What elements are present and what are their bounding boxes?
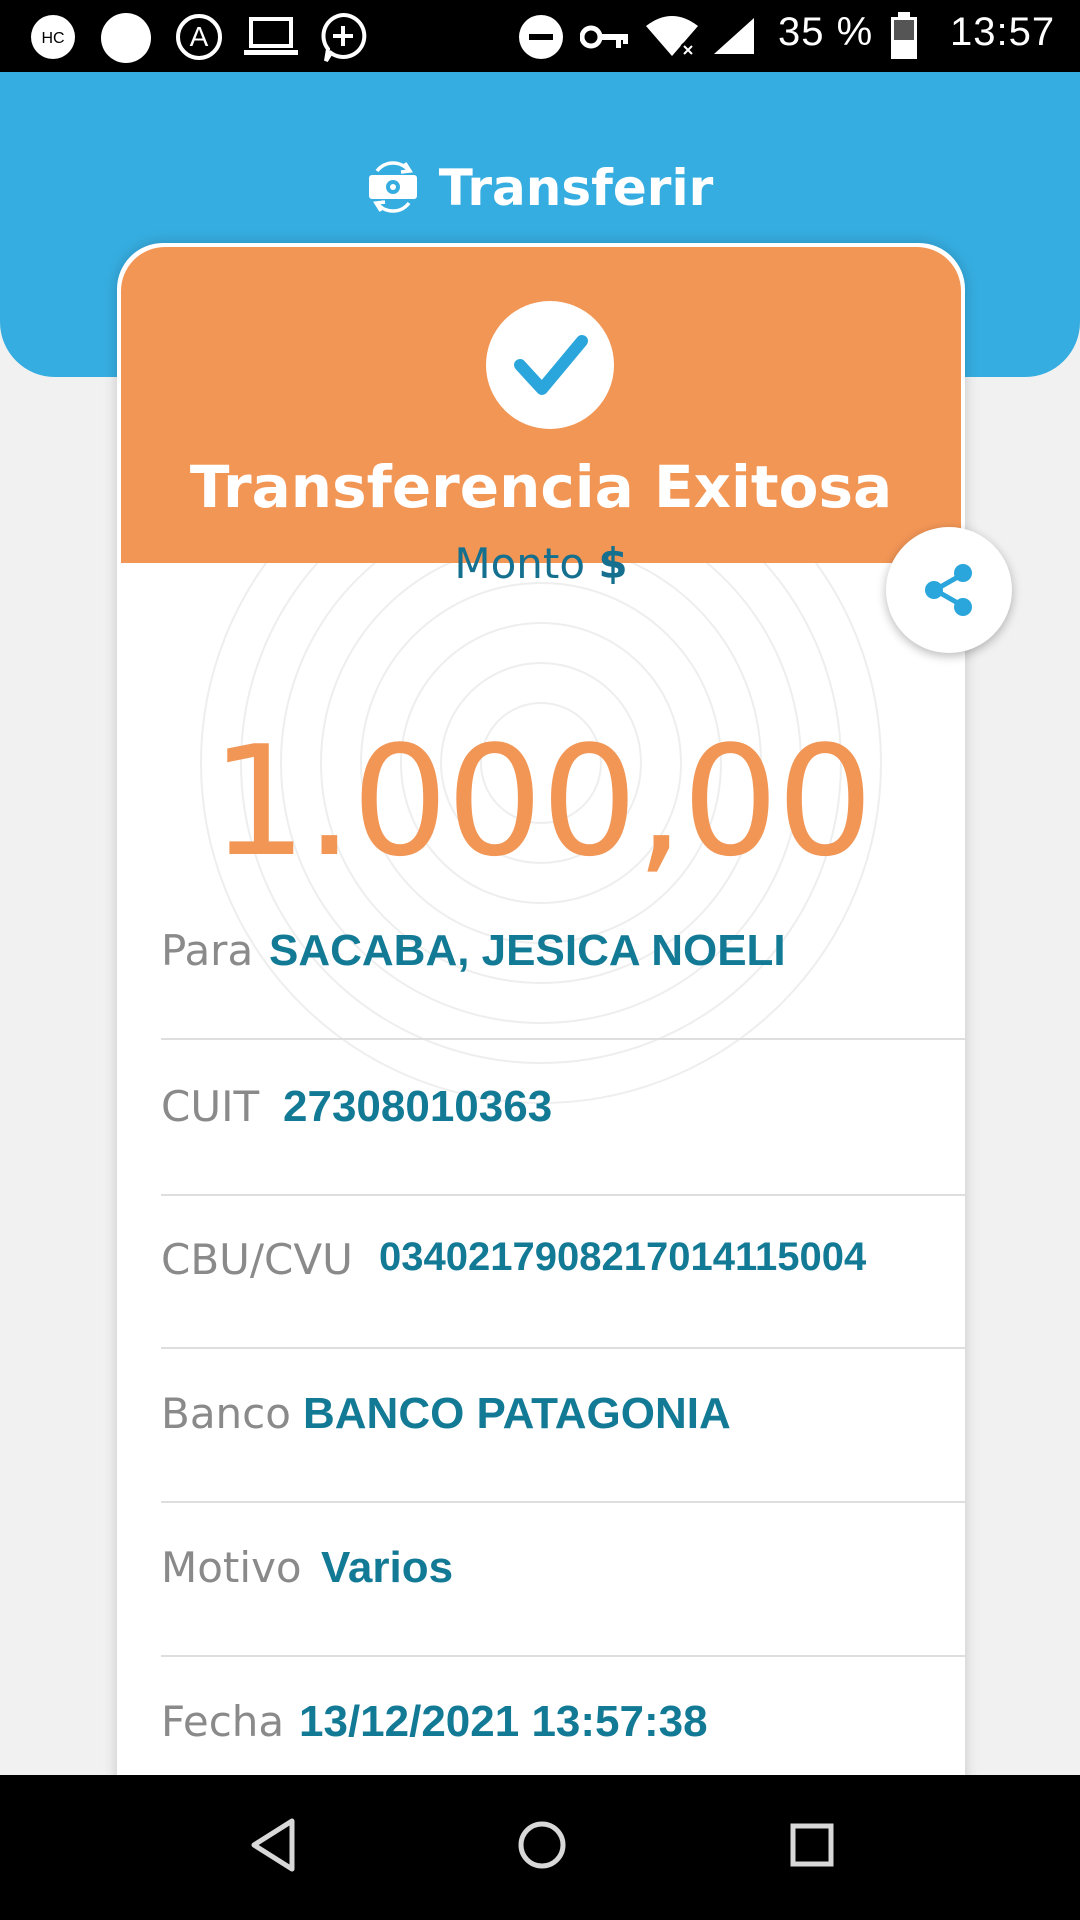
detail-value: 13/12/2021 13:57:38 xyxy=(299,1697,708,1746)
status-bar: HC A 35 % 13:57 xyxy=(0,0,1080,72)
home-icon[interactable] xyxy=(514,1815,570,1880)
vpn-key-icon xyxy=(579,22,628,57)
share-icon xyxy=(925,564,972,616)
success-banner: Transferencia Exitosa xyxy=(121,247,961,563)
currency-symbol: $ xyxy=(598,539,628,588)
laptop-icon xyxy=(244,16,298,63)
amount-label-text: Monto xyxy=(454,539,586,588)
clock: 13:57 xyxy=(950,10,1056,54)
detail-value: 0340217908217014115004 xyxy=(379,1235,867,1279)
amount-label: Monto $ xyxy=(117,539,965,588)
header-title: Transferir xyxy=(438,159,714,217)
svg-text:A: A xyxy=(190,21,209,52)
detail-label: CUIT xyxy=(161,1082,260,1131)
check-badge xyxy=(486,301,614,429)
header-title-row: Transferir xyxy=(0,148,1080,228)
detail-label: CBU/CVU xyxy=(161,1235,353,1284)
detail-label: Motivo xyxy=(161,1543,302,1592)
dot-icon xyxy=(100,12,152,69)
check-icon xyxy=(514,335,588,395)
svg-text:HC: HC xyxy=(41,30,64,47)
dnd-icon xyxy=(518,14,564,65)
detail-value: BANCO PATAGONIA xyxy=(303,1389,731,1438)
recents-icon[interactable] xyxy=(784,1815,840,1880)
auto-a-icon: A xyxy=(174,12,224,67)
detail-label: Fecha xyxy=(161,1697,285,1746)
transfer-success-screen: HC A 35 % 13:57 Transferir Transferencia… xyxy=(0,0,1080,1920)
plus-bubble-icon xyxy=(318,12,368,69)
wifi-icon xyxy=(644,14,700,63)
back-icon[interactable] xyxy=(244,1815,300,1880)
receipt-card: Transferencia Exitosa Monto $ 1.000,00 P… xyxy=(117,243,965,1920)
detail-row-para: Para SACABA, JESICA NOELI xyxy=(161,884,965,1040)
detail-row-motivo: Motivo Varios xyxy=(161,1501,965,1657)
battery-percent: 35 % xyxy=(778,10,874,54)
success-title: Transferencia Exitosa xyxy=(189,453,893,521)
detail-value: 27308010363 xyxy=(283,1082,553,1131)
share-button[interactable] xyxy=(886,527,1012,653)
detail-value: Varios xyxy=(321,1543,454,1592)
detail-row-cuit: CUIT 27308010363 xyxy=(161,1040,965,1196)
battery-icon xyxy=(890,12,918,65)
amount-value: 1.000,00 xyxy=(210,713,874,890)
navigation-bar xyxy=(0,1775,1080,1920)
money-transfer-icon xyxy=(367,157,419,220)
signal-icon xyxy=(712,16,756,61)
detail-row-banco: Banco BANCO PATAGONIA xyxy=(161,1347,965,1503)
detail-value: SACABA, JESICA NOELI xyxy=(269,926,786,975)
detail-label: Para xyxy=(161,926,254,975)
hc-icon: HC xyxy=(30,14,76,65)
detail-row-cbu: CBU/CVU 0340217908217014115004 xyxy=(161,1193,965,1349)
detail-label: Banco xyxy=(161,1389,291,1438)
